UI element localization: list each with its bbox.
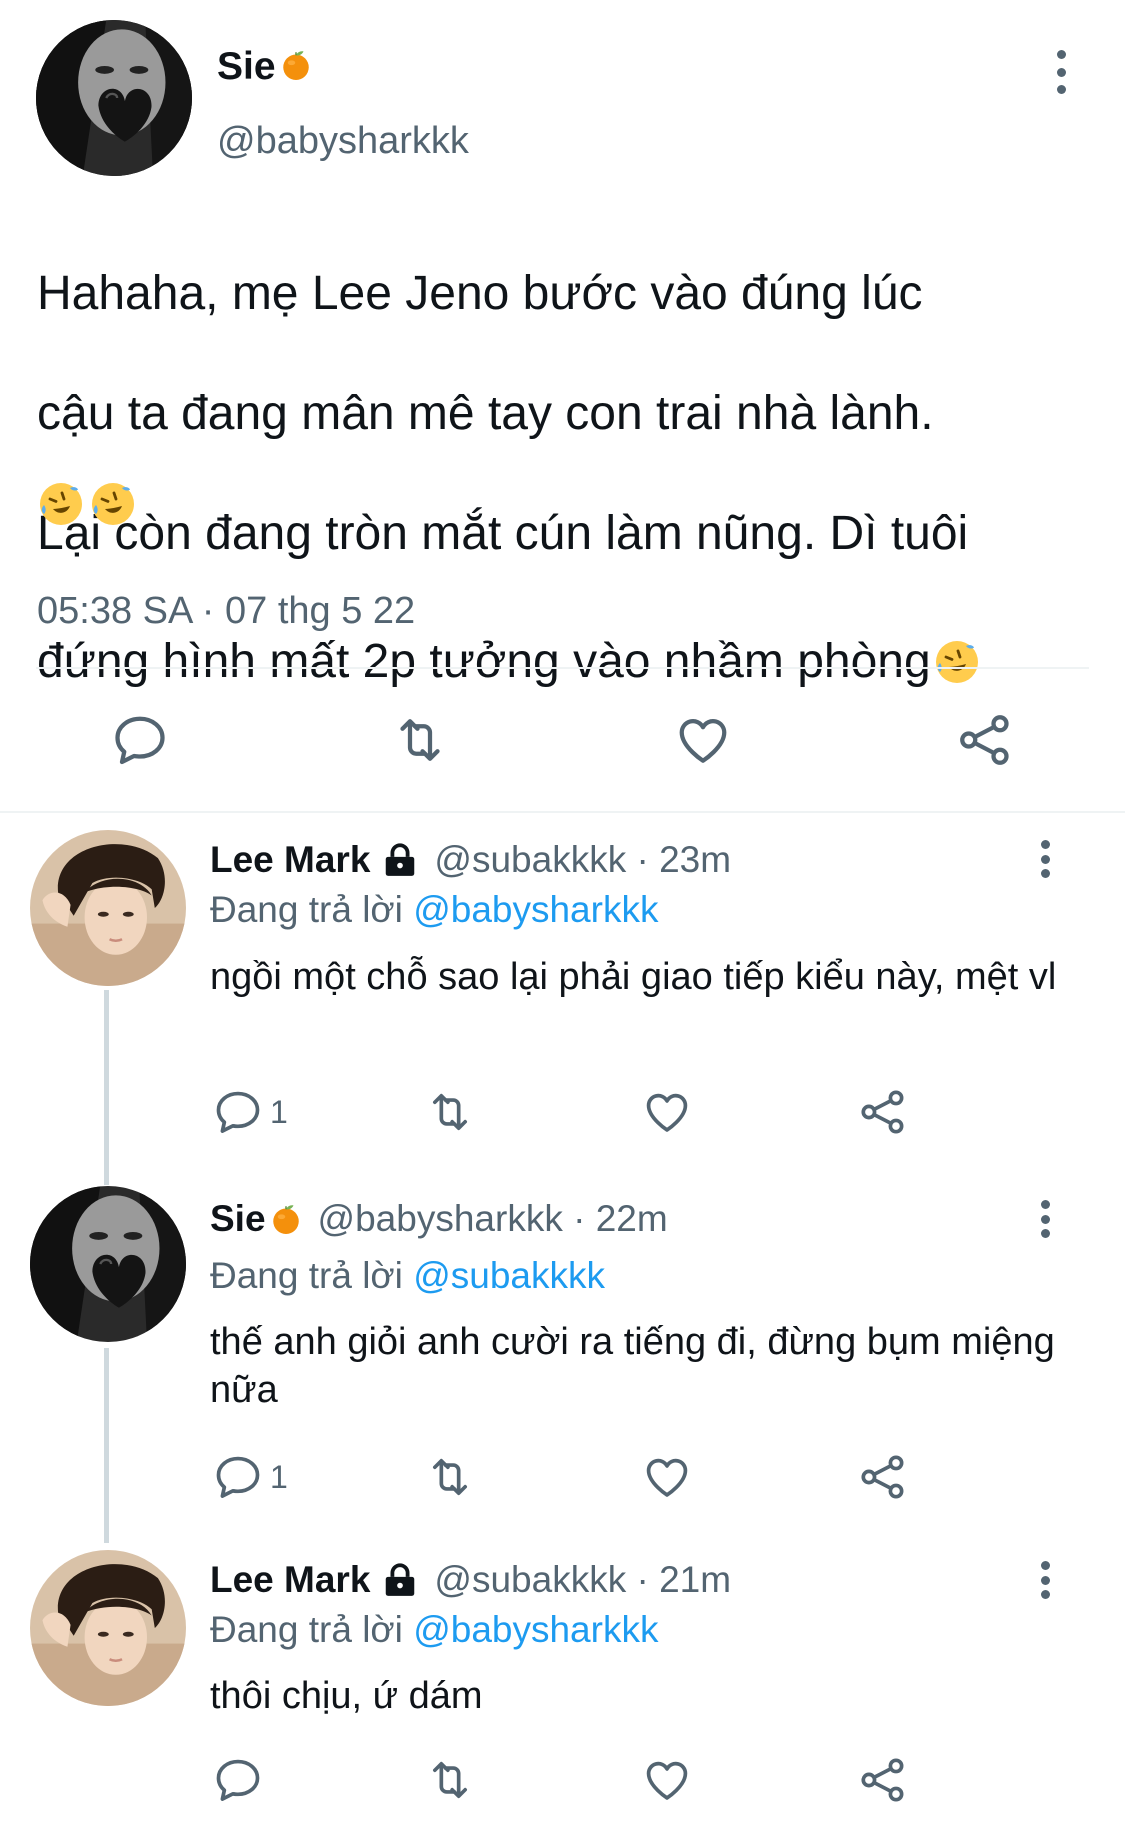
thread-line xyxy=(104,1348,109,1543)
reply-text: thế anh giỏi anh cười ra tiếng đi, đừng … xyxy=(210,1321,1055,1411)
share-icon xyxy=(857,1086,909,1138)
more-options-icon[interactable] xyxy=(1030,1561,1060,1599)
share-icon xyxy=(857,1451,909,1503)
share-button[interactable] xyxy=(955,710,1015,770)
share-button[interactable] xyxy=(857,1086,909,1138)
reply-count: 1 xyxy=(270,1093,288,1130)
more-options-icon[interactable] xyxy=(1030,840,1060,878)
divider xyxy=(36,667,1089,669)
share-icon xyxy=(955,710,1015,770)
reply-button[interactable]: 1 xyxy=(212,1086,288,1138)
main-author-handle[interactable]: @babysharkkk xyxy=(217,118,469,164)
reply-button[interactable]: 1 xyxy=(212,1451,288,1503)
orange-emoji-icon xyxy=(268,1201,304,1237)
rofl-emoji-icon xyxy=(89,480,137,528)
reply-icon xyxy=(110,710,170,770)
reply-text: ngồi một chỗ sao lại phải giao tiếp kiểu… xyxy=(210,956,1057,998)
replying-to: Đang trả lời @babysharkkk xyxy=(210,1608,658,1652)
like-icon xyxy=(673,710,733,770)
reply-icon xyxy=(212,1086,264,1138)
like-button[interactable] xyxy=(641,1086,693,1138)
tweet-text-line: Hahaha, mẹ Lee Jeno bước vào đúng lúc xyxy=(37,267,923,320)
more-options-icon[interactable] xyxy=(1046,50,1076,94)
replying-to: Đang trả lời @subakkkk xyxy=(210,1254,605,1298)
share-button[interactable] xyxy=(857,1754,909,1806)
like-icon xyxy=(641,1086,693,1138)
reply-author-name[interactable]: Lee Mark xyxy=(210,1558,370,1602)
retweet-button[interactable] xyxy=(424,1451,476,1503)
retweet-icon xyxy=(424,1754,476,1806)
rofl-emoji-icon xyxy=(37,480,85,528)
reply-count: 1 xyxy=(270,1458,288,1495)
reply-handle-time: @babysharkkk · 22m xyxy=(317,1198,668,1239)
main-author-name[interactable]: Sie xyxy=(217,44,314,90)
emoji-line xyxy=(37,480,137,530)
replying-to-mention[interactable]: @subakkkk xyxy=(413,1255,605,1296)
reply-header: Lee Mark @subakkkk · 21m xyxy=(210,1558,731,1602)
reply-author-name[interactable]: Sie xyxy=(210,1197,266,1241)
tweet-timestamp[interactable]: 05:38 SA · 07 thg 5 22 xyxy=(37,588,415,634)
divider xyxy=(0,811,1125,813)
retweet-icon xyxy=(424,1451,476,1503)
reply-button[interactable] xyxy=(212,1754,270,1806)
retweet-button[interactable] xyxy=(424,1086,476,1138)
reply-icon xyxy=(212,1754,264,1806)
like-icon xyxy=(641,1754,693,1806)
replying-to-mention[interactable]: @babysharkkk xyxy=(413,1609,658,1650)
replying-to: Đang trả lời @babysharkkk xyxy=(210,888,658,932)
like-icon xyxy=(641,1451,693,1503)
lock-icon xyxy=(380,841,420,879)
main-avatar[interactable] xyxy=(36,20,192,176)
replying-to-mention[interactable]: @babysharkkk xyxy=(413,889,658,930)
replying-to-prefix: Đang trả lời xyxy=(210,1255,403,1296)
reply-author-name[interactable]: Lee Mark xyxy=(210,838,370,882)
reply-icon xyxy=(212,1451,264,1503)
retweet-button[interactable] xyxy=(424,1754,476,1806)
share-button[interactable] xyxy=(857,1451,909,1503)
share-icon xyxy=(857,1754,909,1806)
main-author-name-text: Sie xyxy=(217,45,276,88)
retweet-icon xyxy=(424,1086,476,1138)
tweet-text-line: cậu ta đang mân mê tay con trai nhà lành… xyxy=(37,387,934,440)
reply-avatar[interactable] xyxy=(30,1186,186,1342)
reply-handle-time: @subakkkk · 23m xyxy=(434,839,732,880)
reply-button[interactable] xyxy=(110,710,170,770)
main-tweet-text: Hahaha, mẹ Lee Jeno bước vào đúng lúc cậ… xyxy=(37,204,1097,752)
retweet-icon xyxy=(390,710,450,770)
reply-handle-time: @subakkkk · 21m xyxy=(434,1559,732,1600)
reply-avatar[interactable] xyxy=(30,830,186,986)
rofl-emoji-icon xyxy=(933,638,981,686)
like-button[interactable] xyxy=(641,1754,693,1806)
reply-text: thôi chịu, ứ dám xyxy=(210,1675,483,1717)
like-button[interactable] xyxy=(673,710,733,770)
more-options-icon[interactable] xyxy=(1030,1200,1060,1238)
orange-emoji-icon xyxy=(278,47,314,83)
reply-header: Sie @babysharkkk · 22m xyxy=(210,1197,668,1241)
reply-header: Lee Mark @subakkkk · 23m xyxy=(210,838,731,882)
tweet-text-line: Lại còn đang tròn mắt cún làm nũng. Dì t… xyxy=(37,507,969,560)
lock-icon xyxy=(380,1561,420,1599)
retweet-button[interactable] xyxy=(390,710,450,770)
tweet-text-line-last: đứng hình mất 2p tưởng vào nhầm phòng xyxy=(37,632,1097,692)
like-button[interactable] xyxy=(641,1451,693,1503)
reply-avatar[interactable] xyxy=(30,1550,186,1706)
thread-line xyxy=(104,990,109,1185)
replying-to-prefix: Đang trả lời xyxy=(210,889,403,930)
replying-to-prefix: Đang trả lời xyxy=(210,1609,403,1650)
tweet-text-line: đứng hình mất 2p tưởng vào nhầm phòng xyxy=(37,635,931,688)
